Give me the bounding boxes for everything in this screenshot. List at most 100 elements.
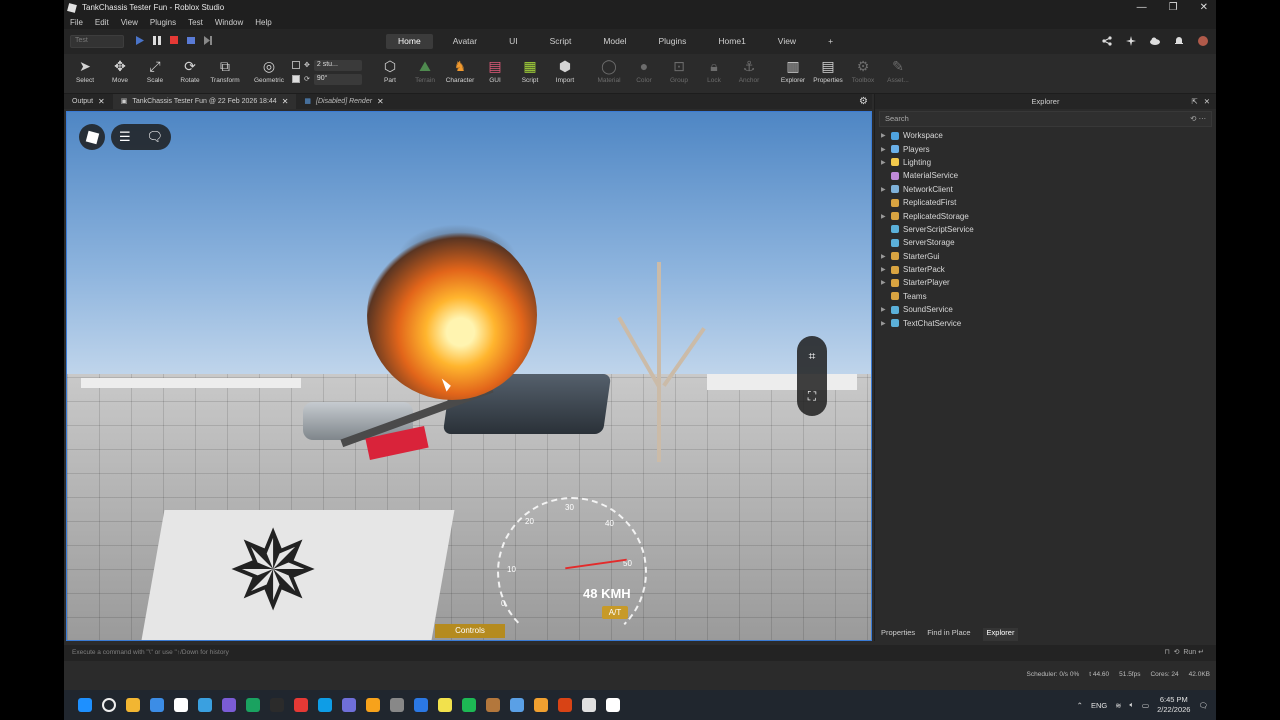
move-snap-checkbox[interactable] <box>292 61 300 69</box>
toolbox-toggle[interactable]: ⚙ Toolbox <box>846 58 880 85</box>
screenshot-icon[interactable]: ⌗ <box>809 349 816 364</box>
menu-file[interactable]: File <box>70 18 83 27</box>
tab-properties[interactable]: Properties <box>881 628 915 641</box>
explorer-item[interactable]: ▶ ReplicatedStorage <box>881 209 1216 222</box>
move-snap-field[interactable]: 2 stu... <box>313 59 362 71</box>
rotate-tool[interactable]: ⟳ Rotate <box>173 58 207 85</box>
notification-bell-icon[interactable] <box>1174 36 1184 46</box>
close-button[interactable]: ✕ <box>1200 0 1208 15</box>
taskbar-app-icon[interactable] <box>462 698 476 712</box>
run-command-button[interactable]: ⊓ ⟲ Run ↵ <box>1164 648 1204 656</box>
character-tool[interactable]: ♞ Character <box>443 58 477 85</box>
notification-icon[interactable]: 🗨︎ <box>1198 701 1208 710</box>
rotate-snap-checkbox[interactable] <box>292 75 300 83</box>
move-tool[interactable]: ✥ Move <box>103 58 137 85</box>
chevron-right-icon[interactable]: ▶ <box>881 146 887 153</box>
controls-button[interactable]: Controls <box>435 624 505 638</box>
chevron-right-icon[interactable]: ▶ <box>881 159 887 166</box>
windows-start-icon[interactable] <box>78 698 92 712</box>
tab-home[interactable]: Home <box>386 34 433 49</box>
menu-view[interactable]: View <box>121 18 138 27</box>
taskbar-app-icon[interactable] <box>414 698 428 712</box>
search-icon[interactable] <box>102 698 116 712</box>
properties-toggle[interactable]: ▤ Properties <box>811 58 845 85</box>
explorer-item[interactable]: MaterialService <box>881 169 1216 182</box>
explorer-search-input[interactable]: Search ⟲ ⋯ <box>879 111 1212 127</box>
menu-test[interactable]: Test <box>188 18 203 27</box>
tab-home1[interactable]: Home1 <box>706 34 757 49</box>
explorer-item[interactable]: ▶ TextChatService <box>881 316 1216 329</box>
pause-icon[interactable] <box>153 36 161 45</box>
taskbar-app-icon[interactable] <box>270 698 284 712</box>
explorer-item[interactable]: ▶ Players <box>881 142 1216 155</box>
bookmark-icon[interactable]: ⊓ <box>1164 649 1169 656</box>
user-avatar-icon[interactable] <box>1198 36 1208 46</box>
explorer-item[interactable]: ▶ StarterGui <box>881 250 1216 263</box>
battery-icon[interactable]: ▭ <box>1142 701 1149 710</box>
wifi-icon[interactable]: ≋ <box>1115 701 1121 710</box>
chevron-right-icon[interactable]: ▶ <box>881 306 887 313</box>
explorer-item[interactable]: ▶ NetworkClient <box>881 183 1216 196</box>
tab-avatar[interactable]: Avatar <box>441 34 489 49</box>
chevron-right-icon[interactable]: ▶ <box>881 320 887 327</box>
taskbar-app-icon[interactable] <box>246 698 260 712</box>
chevron-right-icon[interactable]: ▶ <box>881 213 887 220</box>
tab-view[interactable]: View <box>766 34 808 49</box>
taskbar-app-icon[interactable] <box>606 698 620 712</box>
step-icon[interactable] <box>204 36 212 45</box>
explorer-item[interactable]: ▶ SoundService <box>881 303 1216 316</box>
explorer-item[interactable]: ReplicatedFirst <box>881 196 1216 209</box>
taskbar-app-icon[interactable] <box>390 698 404 712</box>
tab-plugins[interactable]: Plugins <box>647 34 699 49</box>
explorer-item[interactable]: ▶ Workspace <box>881 129 1216 142</box>
history-icon[interactable]: ⟲ <box>1190 114 1196 123</box>
explorer-item[interactable]: ▶ Lighting <box>881 156 1216 169</box>
minimize-button[interactable]: — <box>1137 0 1147 15</box>
explorer-item[interactable]: ▶ StarterPack <box>881 263 1216 276</box>
fullscreen-icon[interactable]: ⛶ <box>808 389 816 404</box>
close-icon[interactable]: ✕ <box>377 94 384 109</box>
import-tool[interactable]: ⬢ Import <box>548 58 582 85</box>
assistant-icon[interactable] <box>1126 36 1136 46</box>
taskbar-app-icon[interactable] <box>582 698 596 712</box>
asset-manager-toggle[interactable]: ✎ Asset... <box>881 58 915 85</box>
color-tool[interactable]: ● Color <box>627 58 661 84</box>
rotate-snap-field[interactable]: 90° <box>313 73 362 85</box>
scale-tool[interactable]: ⤢ Scale <box>138 58 172 85</box>
stop-icon[interactable] <box>170 36 178 45</box>
select-tool[interactable]: ➤ Select <box>68 58 102 85</box>
tab-model[interactable]: Model <box>591 34 638 49</box>
play-icon[interactable] <box>136 36 144 45</box>
explorer-item[interactable]: ServerStorage <box>881 236 1216 249</box>
lock-tool[interactable]: 🔒︎ Lock <box>697 58 731 85</box>
geometric-mode-tool[interactable]: ◎ Geometric <box>252 58 286 85</box>
group-tool[interactable]: ⊡ Group <box>662 58 696 85</box>
test-mode-dropdown[interactable]: Test <box>70 35 124 48</box>
taskbar-app-icon[interactable] <box>174 698 188 712</box>
undock-icon[interactable]: ⇱ <box>1191 94 1197 109</box>
explorer-toggle[interactable]: ▥ Explorer <box>776 58 810 85</box>
taskbar-app-icon[interactable] <box>318 698 332 712</box>
chat-icon[interactable]: 🗨︎ <box>147 129 164 145</box>
system-clock[interactable]: 6:45 PM 2/22/2026 <box>1157 695 1190 715</box>
chevron-right-icon[interactable]: ▶ <box>881 132 887 139</box>
cloud-icon[interactable] <box>1150 36 1160 46</box>
transform-tool[interactable]: ⧉ Transform <box>208 58 242 85</box>
menu-edit[interactable]: Edit <box>95 18 109 27</box>
chevron-right-icon[interactable]: ▶ <box>881 266 887 273</box>
roblox-menu-button[interactable] <box>79 124 105 150</box>
taskbar-app-icon[interactable] <box>222 698 236 712</box>
restore-button[interactable]: ❐ <box>1169 0 1178 15</box>
taskbar-app-icon[interactable] <box>534 698 548 712</box>
taskbar-app-icon[interactable] <box>558 698 572 712</box>
client-server-icon[interactable] <box>187 36 195 45</box>
chevron-right-icon[interactable]: ▶ <box>881 253 887 260</box>
menu-plugins[interactable]: Plugins <box>150 18 176 27</box>
menu-help[interactable]: Help <box>255 18 271 27</box>
menu-window[interactable]: Window <box>215 18 243 27</box>
explorer-item[interactable]: Teams <box>881 290 1216 303</box>
hamburger-menu-icon[interactable]: ☰ <box>119 129 131 145</box>
taskbar-app-icon[interactable] <box>510 698 524 712</box>
material-tool[interactable]: ◯ Material <box>592 58 626 85</box>
command-bar[interactable]: Execute a command with "\" or use "↑/Dow… <box>64 645 1216 661</box>
